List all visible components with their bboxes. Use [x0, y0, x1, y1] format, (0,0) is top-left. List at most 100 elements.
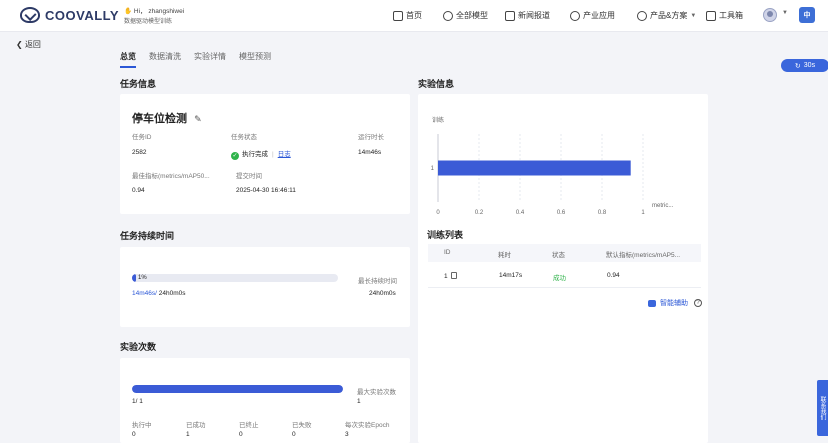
greeting-prefix: Hi，	[133, 8, 147, 15]
col-metric: 默认指标(metrics/mAP5...	[606, 252, 681, 259]
user-name: zhangshiwei	[148, 8, 185, 15]
experiments-count: 1/ 1	[132, 398, 143, 405]
nav-label: 产品&方案	[650, 11, 688, 20]
max-experiments-label: 最大实验次数	[357, 389, 396, 396]
back-button[interactable]: ❮ 返回	[16, 39, 41, 50]
user-avatar[interactable]	[763, 8, 777, 22]
smart-assist-label: 智能辅助	[660, 300, 688, 307]
status-text: 执行完成	[242, 151, 268, 158]
experiments-card: 最大实验次数 1/ 1 1 执行中 0 已成功 1 已终止 0 已失败 0 每次…	[120, 358, 410, 443]
stat-epoch-value: 3	[345, 431, 349, 438]
task-info-card: 停车位检测 ✎ 任务ID 2582 任务状态 ✓ 执行完成 | 日志 运行时长 14m…	[120, 94, 410, 214]
refresh-interval-pill[interactable]: ↻ 30s	[781, 59, 828, 72]
nav-label: 工具箱	[719, 11, 743, 20]
wave-icon: ✋	[124, 8, 133, 15]
chevron-left-icon: ❮	[16, 40, 23, 49]
task-status-value: ✓ 执行完成 | 日志	[231, 148, 291, 160]
training-metric-chart: 1 0 0.2 0.4 0.6 0.8 1 训练 metric...	[431, 116, 674, 216]
chevron-down-icon[interactable]: ▼	[782, 10, 788, 16]
tab-bar: 总览 数据清洗 实验详情 模型预测	[120, 51, 284, 68]
chart-y-label: 训练	[432, 116, 444, 124]
train-list-title: 训练列表	[427, 230, 464, 240]
nav-label: 产业应用	[583, 11, 615, 20]
smart-assist-button[interactable]: 智能辅助 ?	[648, 298, 702, 308]
elapsed-time: 14m46s/	[132, 290, 157, 297]
runtime-label: 运行时长	[358, 134, 384, 141]
task-id-label: 任务ID	[132, 134, 152, 141]
help-icon[interactable]: ?	[694, 299, 702, 307]
chart-x-label: metric...	[652, 203, 674, 209]
duration-progress-fill	[132, 274, 137, 282]
task-info-title: 任务信息	[120, 79, 157, 89]
experiment-info-title: 实验信息	[418, 79, 455, 89]
x-tick-label: 1	[641, 210, 645, 216]
col-duration: 耗时	[498, 252, 511, 259]
tab-data-cleaning[interactable]: 数据清洗	[149, 51, 181, 68]
col-status: 状态	[552, 252, 565, 259]
industry-icon	[570, 10, 580, 21]
back-label: 返回	[24, 40, 41, 49]
duration-card: 1% 最长持续时间 14m46s/ 24h0m0s 24h0m0s	[120, 247, 410, 327]
chart-bar[interactable]	[438, 160, 631, 176]
stat-failed-label: 已失败	[292, 422, 312, 429]
chart-bars	[438, 160, 631, 176]
runtime-value: 14m46s	[358, 149, 382, 156]
nav-label: 新闻报道	[518, 11, 550, 20]
product-icon	[637, 10, 647, 21]
duration-progress-track	[132, 274, 338, 282]
experiments-progress-track	[132, 385, 343, 393]
user-greeting: ✋ Hi， zhangshiwei	[124, 5, 184, 15]
row-duration: 14m17s	[499, 272, 523, 279]
nav-home[interactable]: 首页	[393, 10, 422, 21]
stat-succeeded-value: 1	[186, 431, 190, 438]
contact-side-tab[interactable]: 联系我们	[817, 380, 828, 436]
nav-products[interactable]: 产品&方案 ▼	[637, 10, 696, 21]
nav-industry[interactable]: 产业应用	[570, 10, 615, 21]
best-metric-label: 最佳指标(metrics/mAP50...	[132, 173, 210, 180]
check-circle-icon: ✓	[231, 152, 239, 160]
x-tick-label: 0.4	[516, 210, 525, 216]
logo-icon	[20, 7, 40, 23]
task-name-row: 停车位检测 ✎	[132, 110, 202, 126]
x-tick-label: 0.6	[557, 210, 566, 216]
language-switch[interactable]: 中	[799, 7, 815, 23]
duration-title: 任务持续时间	[120, 231, 175, 241]
task-name: 停车位检测	[132, 113, 187, 125]
model-icon	[443, 10, 453, 21]
max-duration-label: 最长持续时间	[358, 278, 397, 285]
tab-overview[interactable]: 总览	[120, 51, 136, 68]
refresh-interval: 30s	[803, 62, 816, 69]
nav-toolbox[interactable]: 工具箱	[706, 10, 743, 21]
nav-news[interactable]: 新闻报道	[505, 10, 550, 21]
user-subtitle: 数据驱动模型训练	[124, 19, 173, 25]
x-tick-label: 0.8	[598, 210, 607, 216]
stat-running-label: 执行中	[132, 422, 152, 429]
category-label: 1	[431, 166, 435, 172]
tab-model-prediction[interactable]: 模型预测	[239, 51, 271, 68]
robot-icon	[648, 299, 656, 307]
news-icon	[505, 10, 515, 21]
log-link[interactable]: 日志	[278, 151, 291, 158]
tab-experiment-details[interactable]: 实验详情	[194, 51, 226, 68]
nav-all-models[interactable]: 全部模型	[443, 10, 488, 21]
edit-icon[interactable]: ✎	[194, 114, 202, 124]
brand-logo[interactable]: COOVALLY	[20, 7, 119, 23]
divider: |	[272, 151, 274, 158]
train-list-header: ID 耗时 状态 默认指标(metrics/mAP5...	[428, 244, 701, 262]
row-divider	[428, 287, 701, 288]
row-metric: 0.94	[607, 272, 620, 279]
row-id-value: 1	[444, 273, 448, 280]
brand-name: COOVALLY	[45, 7, 120, 23]
copy-icon[interactable]	[451, 272, 458, 279]
stat-running-value: 0	[132, 431, 136, 438]
best-metric-value: 0.94	[132, 187, 145, 194]
max-duration-value: 24h0m0s	[369, 290, 396, 297]
row-id: 1	[444, 272, 458, 280]
duration-elapsed: 14m46s/ 24h0m0s	[132, 290, 185, 297]
experiments-progress-fill	[132, 385, 343, 393]
top-bar: COOVALLY ✋ Hi， zhangshiwei 数据驱动模型训练 首页 全…	[0, 0, 828, 32]
duration-percent: 1%	[138, 275, 147, 281]
toolbox-icon	[706, 10, 716, 21]
chevron-down-icon: ▼	[690, 12, 697, 19]
stat-succeeded-label: 已成功	[186, 422, 206, 429]
